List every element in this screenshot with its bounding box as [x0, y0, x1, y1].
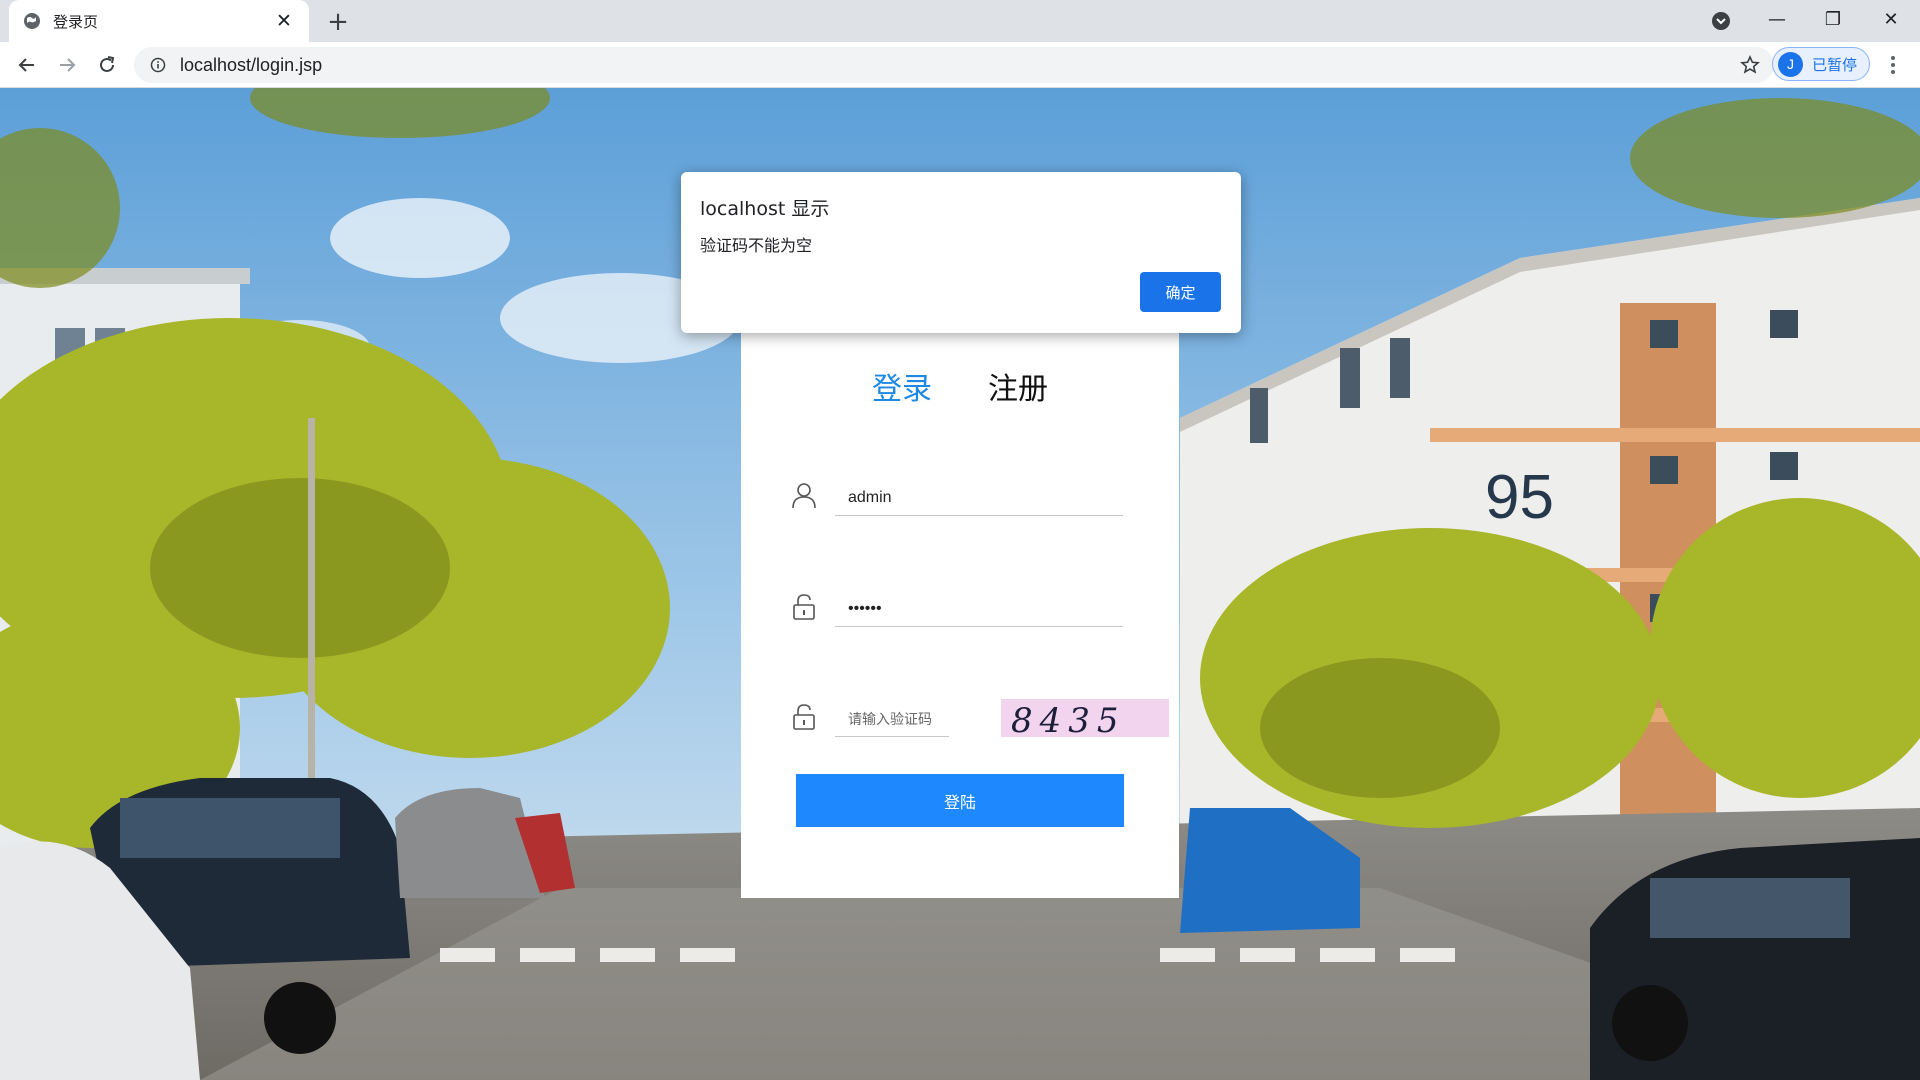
tab-close-icon[interactable]: ✕: [273, 10, 295, 32]
alert-message: 验证码不能为空: [700, 236, 813, 255]
arrow-right-icon: [60, 58, 76, 72]
tab-register[interactable]: 注册: [988, 364, 1048, 408]
tab-login[interactable]: 登录: [872, 364, 932, 408]
reload-icon: [100, 56, 115, 72]
lock-icon: [793, 594, 815, 620]
alert-ok-button[interactable]: 确定: [1140, 272, 1221, 312]
new-tab-button[interactable]: +: [324, 7, 352, 37]
browser-tabstrip: 登录页 ✕ + — ❐ ✕: [0, 0, 1920, 42]
captcha-code: 8435: [1011, 701, 1126, 737]
window-restore-button[interactable]: ❐: [1818, 6, 1848, 32]
username-row: [791, 472, 1131, 522]
address-bar[interactable]: localhost/login.jsp: [134, 47, 1774, 83]
password-row: [791, 583, 1131, 633]
auth-tabs: 登录 注册: [741, 364, 1179, 408]
window-close-button[interactable]: ✕: [1876, 6, 1906, 32]
profile-button[interactable]: J 已暂停: [1772, 47, 1870, 81]
svg-text:95: 95: [1485, 463, 1554, 532]
alert-dialog: localhost 显示 验证码不能为空 确定: [681, 172, 1241, 333]
arrow-left-icon: [18, 58, 34, 72]
browser-tab[interactable]: 登录页 ✕: [9, 0, 309, 42]
lock-icon: [793, 704, 815, 730]
globe-icon: [24, 13, 40, 29]
username-input[interactable]: [835, 480, 1123, 516]
info-icon[interactable]: [150, 57, 166, 73]
avatar: J: [1778, 51, 1803, 77]
captcha-row: 8435: [791, 693, 1169, 743]
browser-menu-icon[interactable]: [1880, 52, 1906, 78]
tab-title: 登录页: [53, 12, 99, 31]
captcha-input[interactable]: [835, 701, 949, 737]
page-viewport: 95 登录 注册 admin •••••• 请输入验证码 8435 登陆 loc…: [0, 88, 1920, 1080]
user-icon: [792, 483, 816, 509]
login-submit-button[interactable]: 登陆: [796, 774, 1124, 827]
bookmark-star-icon[interactable]: [1740, 55, 1760, 75]
password-input[interactable]: [835, 591, 1123, 627]
alert-title: localhost 显示: [700, 198, 830, 220]
login-card: 登录 注册 8435: [741, 272, 1179, 898]
profile-status: 已暂停: [1812, 55, 1858, 74]
url-text[interactable]: localhost/login.jsp: [180, 55, 322, 76]
reload-button[interactable]: [93, 51, 121, 79]
window-minimize-button[interactable]: —: [1762, 6, 1792, 32]
back-button[interactable]: [13, 51, 41, 79]
forward-button[interactable]: [53, 51, 81, 79]
captcha-image[interactable]: 8435: [1001, 699, 1169, 737]
browser-toolbar: localhost/login.jsp J 已暂停: [0, 42, 1920, 88]
tab-search-icon[interactable]: [1710, 10, 1732, 32]
